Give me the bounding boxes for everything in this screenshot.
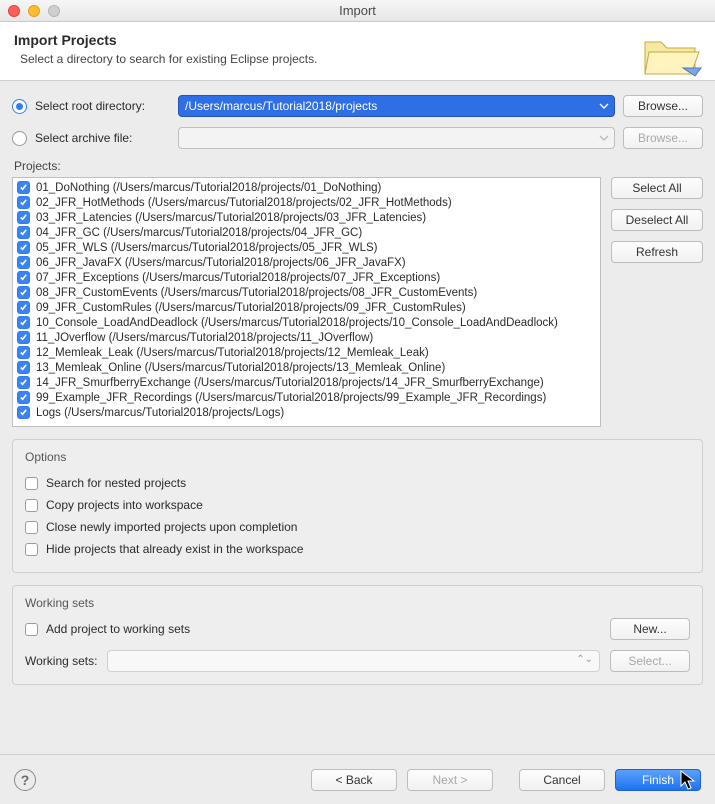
- dialog-header: Import Projects Select a directory to se…: [0, 22, 715, 81]
- chevron-down-icon: [598, 132, 610, 144]
- project-label: 99_Example_JFR_Recordings (/Users/marcus…: [36, 392, 546, 404]
- project-checkbox[interactable]: [17, 346, 30, 359]
- wizard-icon: [641, 28, 703, 83]
- chevron-down-icon: [598, 100, 610, 112]
- project-checkbox[interactable]: [17, 181, 30, 194]
- project-row[interactable]: 07_JFR_Exceptions (/Users/marcus/Tutoria…: [17, 270, 596, 285]
- help-button[interactable]: ?: [14, 769, 36, 791]
- hide-checkbox[interactable]: [25, 543, 38, 556]
- updown-icon: ⌃⌄: [576, 654, 593, 665]
- project-label: 14_JFR_SmurfberryExchange (/Users/marcus…: [36, 377, 544, 389]
- browse-root-button[interactable]: Browse...: [623, 95, 703, 117]
- dialog-footer: ? < Back Next > Cancel Finish: [0, 754, 715, 804]
- nested-checkbox[interactable]: [25, 477, 38, 490]
- working-sets-title: Working sets: [25, 596, 690, 610]
- project-row[interactable]: 04_JFR_GC (/Users/marcus/Tutorial2018/pr…: [17, 225, 596, 240]
- project-checkbox[interactable]: [17, 376, 30, 389]
- project-checkbox[interactable]: [17, 196, 30, 209]
- add-working-set-checkbox[interactable]: [25, 623, 38, 636]
- project-checkbox[interactable]: [17, 301, 30, 314]
- add-working-set-label: Add project to working sets: [46, 622, 190, 636]
- project-checkbox[interactable]: [17, 361, 30, 374]
- browse-archive-button: Browse...: [623, 127, 703, 149]
- projects-list[interactable]: 01_DoNothing (/Users/marcus/Tutorial2018…: [12, 177, 601, 427]
- working-sets-combo: ⌃⌄: [107, 650, 600, 672]
- titlebar: Import: [0, 0, 715, 22]
- projects-label: Projects:: [14, 159, 703, 173]
- project-row[interactable]: 99_Example_JFR_Recordings (/Users/marcus…: [17, 390, 596, 405]
- window-title: Import: [339, 3, 376, 18]
- back-button[interactable]: < Back: [311, 769, 397, 791]
- project-checkbox[interactable]: [17, 271, 30, 284]
- project-row[interactable]: 12_Memleak_Leak (/Users/marcus/Tutorial2…: [17, 345, 596, 360]
- project-row[interactable]: 13_Memleak_Online (/Users/marcus/Tutoria…: [17, 360, 596, 375]
- project-row[interactable]: 14_JFR_SmurfberryExchange (/Users/marcus…: [17, 375, 596, 390]
- project-label: 04_JFR_GC (/Users/marcus/Tutorial2018/pr…: [36, 227, 362, 239]
- close-window-button[interactable]: [8, 5, 20, 17]
- hide-label: Hide projects that already exist in the …: [46, 542, 303, 556]
- archive-file-label: Select archive file:: [35, 131, 170, 145]
- options-title: Options: [25, 450, 690, 464]
- copy-label: Copy projects into workspace: [46, 498, 203, 512]
- page-subtitle: Select a directory to search for existin…: [20, 52, 701, 66]
- working-sets-label: Working sets:: [25, 654, 97, 668]
- project-row[interactable]: 10_Console_LoadAndDeadlock (/Users/marcu…: [17, 315, 596, 330]
- project-label: 08_JFR_CustomEvents (/Users/marcus/Tutor…: [36, 287, 477, 299]
- copy-checkbox[interactable]: [25, 499, 38, 512]
- archive-file-radio[interactable]: [12, 131, 27, 146]
- project-label: 07_JFR_Exceptions (/Users/marcus/Tutoria…: [36, 272, 440, 284]
- page-title: Import Projects: [14, 32, 701, 48]
- project-checkbox[interactable]: [17, 256, 30, 269]
- root-directory-label: Select root directory:: [35, 99, 170, 113]
- select-working-set-button: Select...: [610, 650, 690, 672]
- deselect-all-button[interactable]: Deselect All: [611, 209, 703, 231]
- nested-label: Search for nested projects: [46, 476, 186, 490]
- close-label: Close newly imported projects upon compl…: [46, 520, 297, 534]
- new-working-set-button[interactable]: New...: [610, 618, 690, 640]
- project-label: 09_JFR_CustomRules (/Users/marcus/Tutori…: [36, 302, 466, 314]
- project-label: 10_Console_LoadAndDeadlock (/Users/marcu…: [36, 317, 558, 329]
- archive-file-combo: [178, 127, 615, 149]
- project-row[interactable]: 06_JFR_JavaFX (/Users/marcus/Tutorial201…: [17, 255, 596, 270]
- project-checkbox[interactable]: [17, 241, 30, 254]
- root-directory-combo[interactable]: /Users/marcus/Tutorial2018/projects: [178, 95, 615, 117]
- root-directory-value: /Users/marcus/Tutorial2018/projects: [185, 99, 377, 113]
- zoom-window-button: [48, 5, 60, 17]
- working-sets-panel: Working sets Add project to working sets…: [12, 585, 703, 685]
- project-checkbox[interactable]: [17, 316, 30, 329]
- options-panel: Options Search for nested projects Copy …: [12, 439, 703, 573]
- project-checkbox[interactable]: [17, 331, 30, 344]
- next-button: Next >: [407, 769, 493, 791]
- project-label: 01_DoNothing (/Users/marcus/Tutorial2018…: [36, 182, 381, 194]
- finish-button[interactable]: Finish: [615, 769, 701, 791]
- cancel-button[interactable]: Cancel: [519, 769, 605, 791]
- project-checkbox[interactable]: [17, 226, 30, 239]
- minimize-window-button[interactable]: [28, 5, 40, 17]
- refresh-button[interactable]: Refresh: [611, 241, 703, 263]
- root-directory-radio[interactable]: [12, 99, 27, 114]
- project-label: 05_JFR_WLS (/Users/marcus/Tutorial2018/p…: [36, 242, 378, 254]
- project-checkbox[interactable]: [17, 391, 30, 404]
- select-all-button[interactable]: Select All: [611, 177, 703, 199]
- project-row[interactable]: Logs (/Users/marcus/Tutorial2018/project…: [17, 405, 596, 420]
- project-row[interactable]: 01_DoNothing (/Users/marcus/Tutorial2018…: [17, 180, 596, 195]
- project-label: 13_Memleak_Online (/Users/marcus/Tutoria…: [36, 362, 445, 374]
- project-row[interactable]: 03_JFR_Latencies (/Users/marcus/Tutorial…: [17, 210, 596, 225]
- project-label: 12_Memleak_Leak (/Users/marcus/Tutorial2…: [36, 347, 429, 359]
- project-checkbox[interactable]: [17, 211, 30, 224]
- close-checkbox[interactable]: [25, 521, 38, 534]
- project-row[interactable]: 02_JFR_HotMethods (/Users/marcus/Tutoria…: [17, 195, 596, 210]
- project-checkbox[interactable]: [17, 286, 30, 299]
- project-label: 03_JFR_Latencies (/Users/marcus/Tutorial…: [36, 212, 426, 224]
- project-label: Logs (/Users/marcus/Tutorial2018/project…: [36, 407, 284, 419]
- project-row[interactable]: 05_JFR_WLS (/Users/marcus/Tutorial2018/p…: [17, 240, 596, 255]
- project-label: 11_JOverflow (/Users/marcus/Tutorial2018…: [36, 332, 373, 344]
- project-row[interactable]: 09_JFR_CustomRules (/Users/marcus/Tutori…: [17, 300, 596, 315]
- project-row[interactable]: 11_JOverflow (/Users/marcus/Tutorial2018…: [17, 330, 596, 345]
- project-row[interactable]: 08_JFR_CustomEvents (/Users/marcus/Tutor…: [17, 285, 596, 300]
- project-checkbox[interactable]: [17, 406, 30, 419]
- project-label: 06_JFR_JavaFX (/Users/marcus/Tutorial201…: [36, 257, 406, 269]
- project-label: 02_JFR_HotMethods (/Users/marcus/Tutoria…: [36, 197, 452, 209]
